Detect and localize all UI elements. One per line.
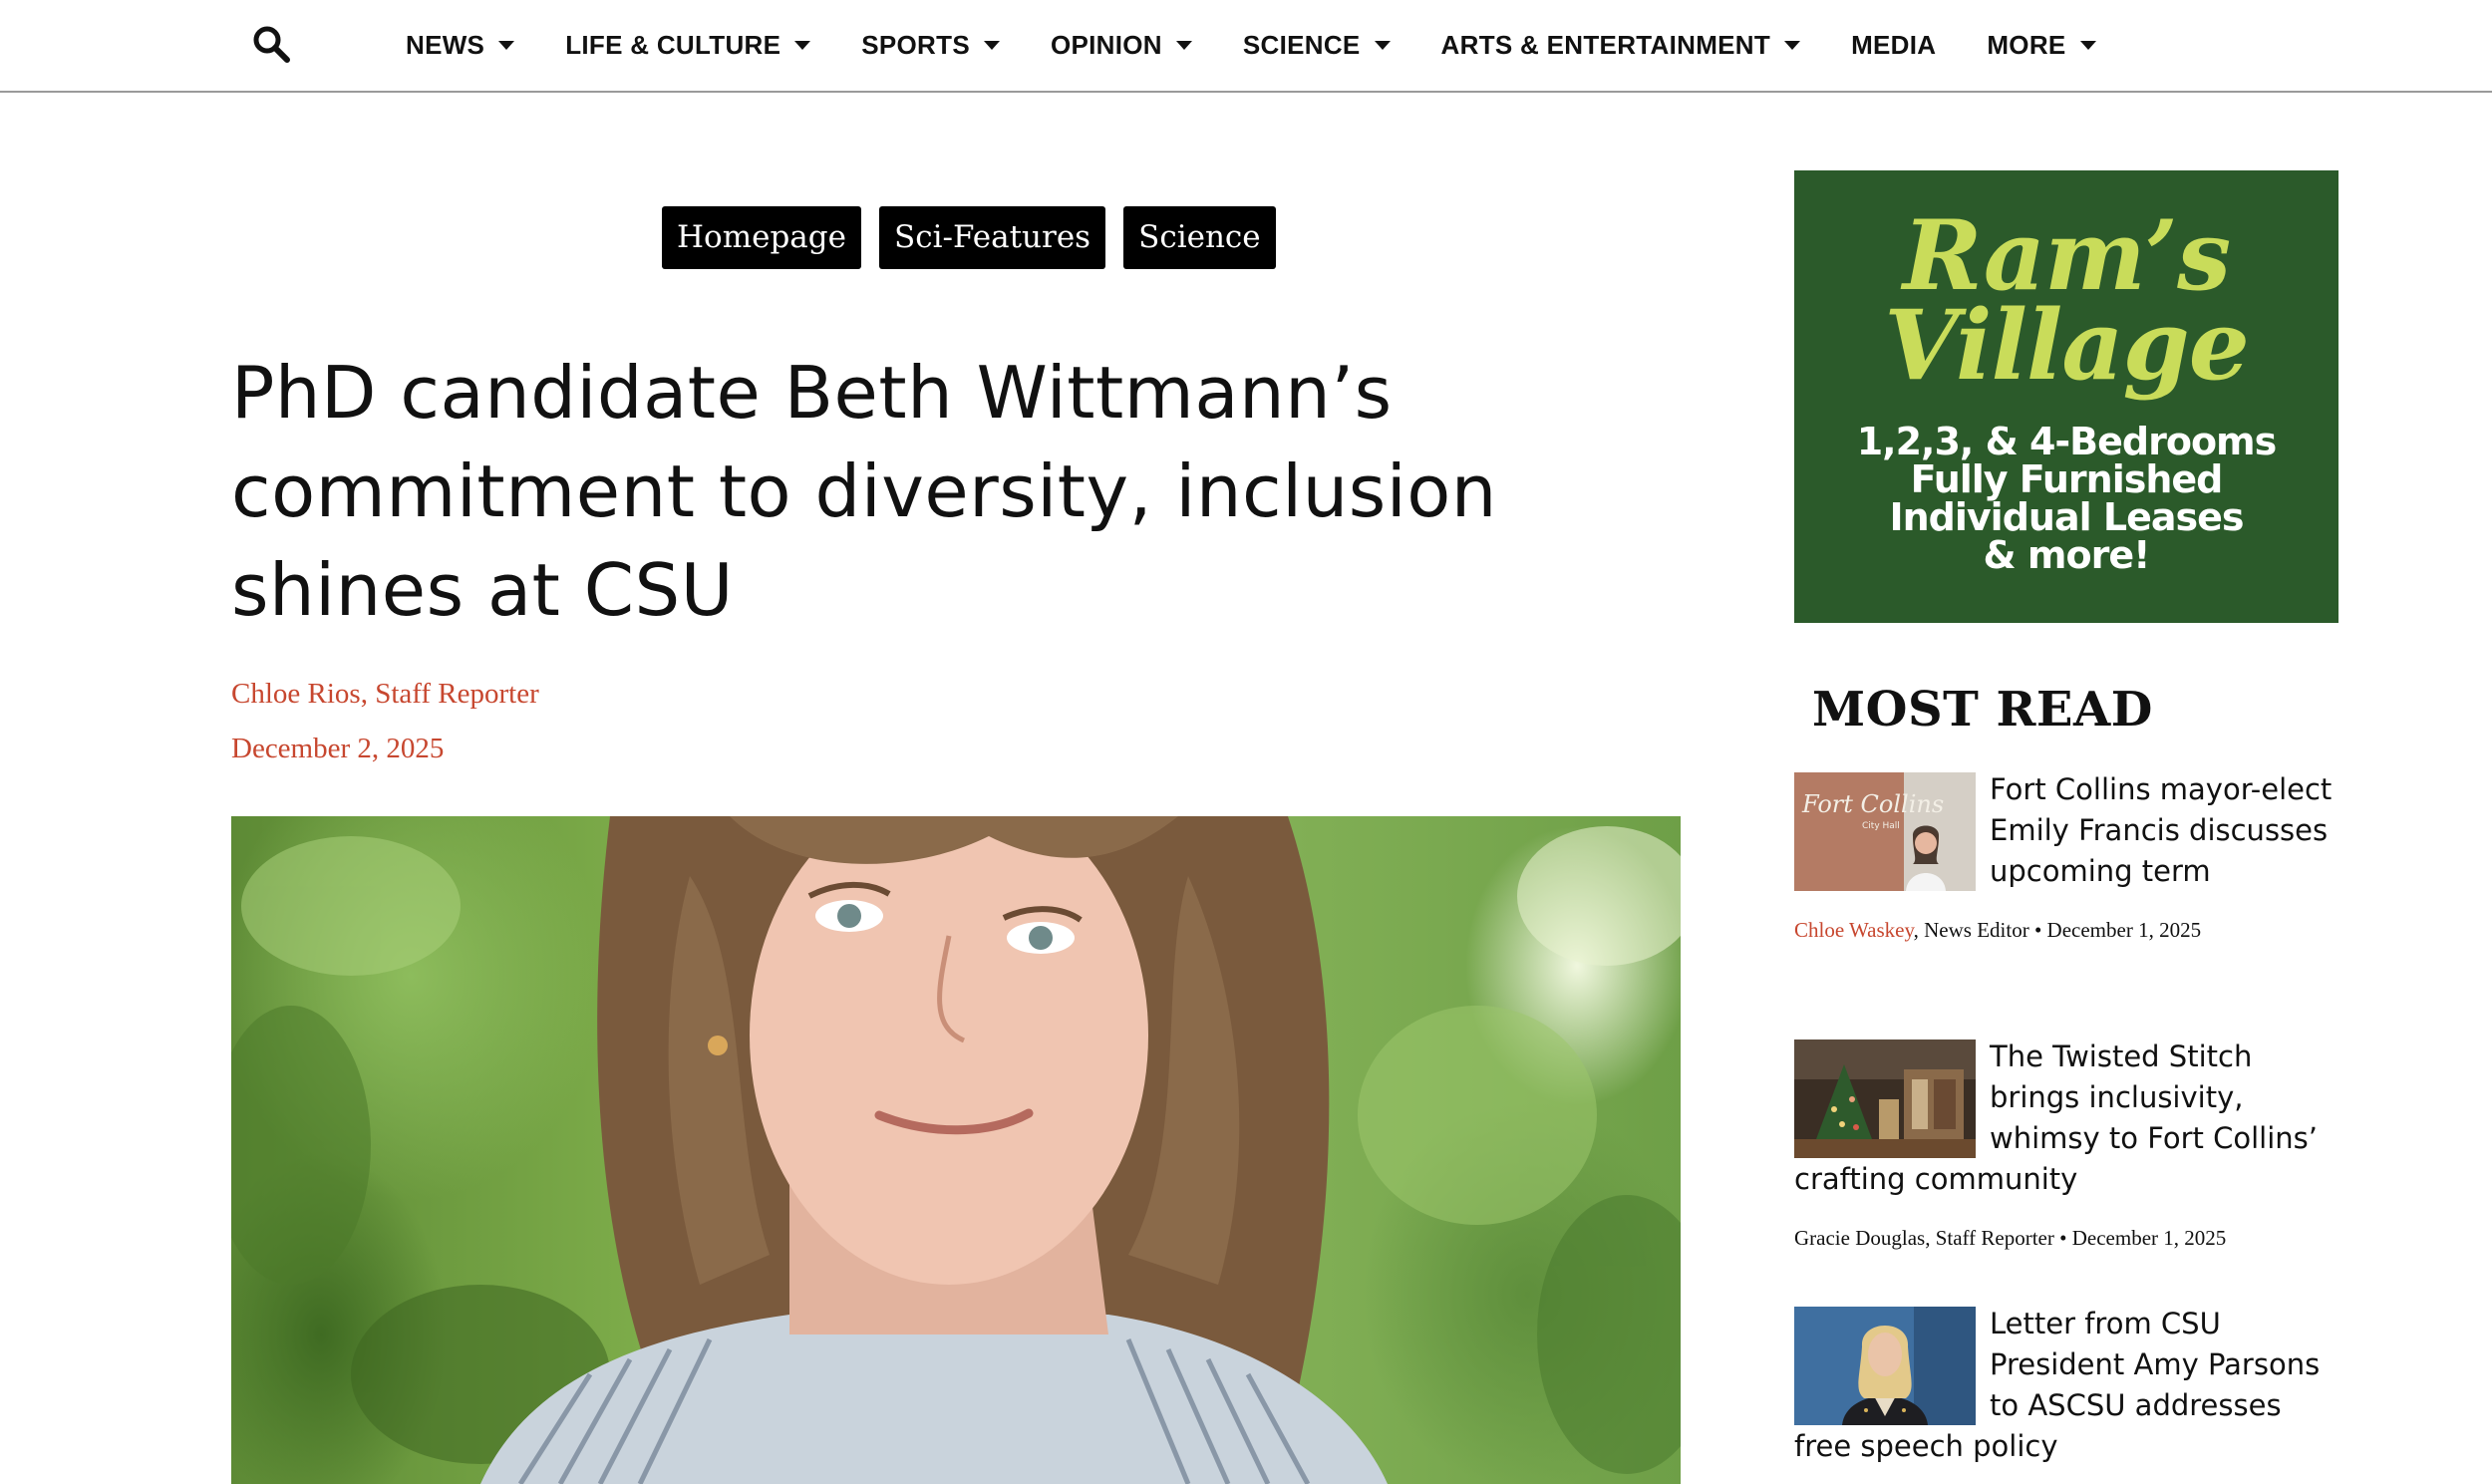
story-date: • December 1, 2025 — [2028, 918, 2202, 942]
nav-item-media[interactable]: MEDIA — [1851, 30, 1936, 61]
caret-down-icon — [2079, 41, 2096, 50]
tag-homepage[interactable]: Homepage — [662, 206, 861, 269]
caret-down-icon — [983, 41, 1000, 50]
nav-item-label: OPINION — [1050, 30, 1162, 60]
ad-copy-line: Fully Furnished — [1910, 457, 2224, 501]
category-tags: Homepage Sci-Features Science — [662, 206, 1294, 269]
nav-item-life-culture[interactable]: LIFE & CULTURE — [565, 30, 811, 61]
caret-down-icon — [1175, 41, 1192, 50]
nav-item-more[interactable]: MORE — [1987, 30, 2096, 61]
article-date: December 2, 2025 — [231, 733, 445, 764]
caret-down-icon — [1374, 41, 1391, 50]
headline-line: shines at CSU — [231, 548, 734, 632]
story-author-role: , News Editor — [1913, 918, 2029, 942]
tag-sci-features[interactable]: Sci-Features — [878, 206, 1106, 269]
thumb-sign-subtext: City Hall — [1862, 821, 1900, 831]
caret-down-icon — [498, 41, 515, 50]
nav-item-label: MORE — [1987, 30, 2066, 60]
story-thumbnail[interactable]: Fort Collins City Hall — [1794, 772, 1976, 891]
ad-copy-line: 1,2,3, & 4-Bedrooms — [1856, 420, 2278, 463]
ad-copy-line: & more! — [1983, 533, 2151, 577]
nav-item-opinion[interactable]: OPINION — [1051, 30, 1192, 61]
story-author[interactable]: Gracie Douglas — [1794, 1226, 1925, 1250]
article-byline[interactable]: Chloe Rios, Staff Reporter — [231, 678, 539, 711]
nav-item-label: SPORTS — [861, 30, 970, 60]
nav-item-science[interactable]: SCIENCE — [1243, 30, 1391, 61]
story-thumbnail[interactable] — [1794, 1039, 1976, 1158]
top-navigation-bar: NEWS LIFE & CULTURE SPORTS OPINION SCIEN… — [0, 0, 2492, 93]
search-icon[interactable] — [251, 24, 291, 64]
headline-line: PhD candidate Beth Wittmann’s — [231, 351, 1393, 435]
craft-store-photo — [1794, 1039, 1976, 1158]
most-read-item: The Twisted Stitch brings inclusivity, w… — [1794, 1037, 2338, 1251]
nav-item-label: SCIENCE — [1242, 30, 1361, 60]
ad-copy-line: Individual Leases — [1889, 495, 2244, 539]
ad-brand-line: Village — [1884, 289, 2250, 402]
main-menu: NEWS LIFE & CULTURE SPORTS OPINION SCIEN… — [406, 0, 2147, 91]
story-meta: Gracie Douglas, Staff Reporter • Decembe… — [1794, 1226, 2338, 1251]
nav-item-label: ARTS & ENTERTAINMENT — [1440, 30, 1771, 60]
nav-item-label: NEWS — [406, 30, 485, 60]
story-author-role: , Staff Reporter — [1925, 1226, 2054, 1250]
story-thumbnail[interactable] — [1794, 1307, 1976, 1425]
city-hall-photo: Fort Collins City Hall — [1794, 772, 1976, 891]
thumb-sign-text: Fort Collins — [1801, 790, 1944, 818]
ad-copy: 1,2,3, & 4-Bedrooms Fully Furnished Indi… — [1794, 423, 2338, 574]
most-read-item: Fort Collins City Hall Fort Collins mayo… — [1794, 769, 2338, 943]
most-read-heading: MOST READ — [1812, 682, 2153, 738]
portrait-photo — [1794, 1307, 1976, 1425]
article-featured-photo — [231, 816, 1681, 1484]
most-read-item: Letter from CSU President Amy Parsons to… — [1794, 1304, 2338, 1467]
story-meta: Chloe Waskey, News Editor • December 1, … — [1794, 918, 2338, 943]
tag-science[interactable]: Science — [1123, 206, 1276, 269]
article-headline: PhD candidate Beth Wittmann’s commitment… — [231, 344, 1627, 640]
portrait-illustration — [231, 816, 1681, 1484]
rams-village-ad[interactable]: Ram’s Village 1,2,3, & 4-Bedrooms Fully … — [1794, 170, 2338, 623]
nav-item-sports[interactable]: SPORTS — [861, 30, 1000, 61]
nav-item-news[interactable]: NEWS — [406, 30, 515, 61]
story-author[interactable]: Chloe Waskey — [1794, 918, 1914, 942]
headline-line: commitment to diversity, inclusion — [231, 449, 1497, 533]
story-date: • December 1, 2025 — [2053, 1226, 2227, 1250]
nav-item-label: LIFE & CULTURE — [565, 30, 781, 60]
nav-item-label: MEDIA — [1851, 30, 1937, 60]
caret-down-icon — [1784, 41, 1801, 50]
nav-item-arts-entertainment[interactable]: ARTS & ENTERTAINMENT — [1441, 30, 1801, 61]
caret-down-icon — [794, 41, 811, 50]
